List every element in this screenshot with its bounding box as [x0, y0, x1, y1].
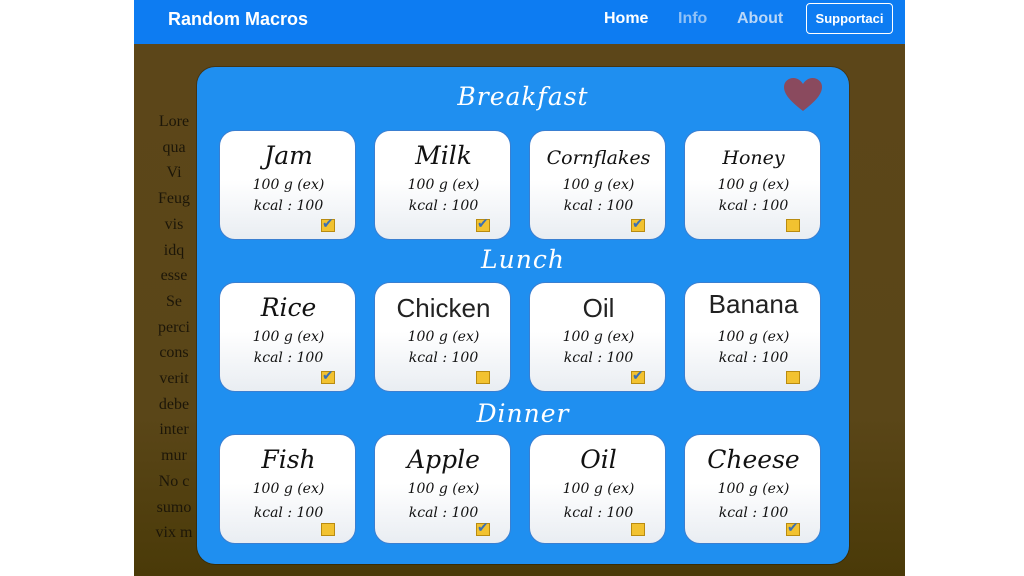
card-name: Banana: [708, 289, 799, 319]
card-quantity: 100 g (ex): [407, 481, 480, 497]
section-title-dinner: Dinner: [476, 399, 570, 428]
card-quantity: 100 g (ex): [717, 481, 790, 497]
card-kcal: kcal : 100: [253, 198, 324, 214]
card-kcal: kcal : 100: [408, 198, 479, 214]
meal-card[interactable]: Cheese 100 g (ex) kcal : 100: [684, 434, 821, 544]
support-button[interactable]: Supportaci: [806, 3, 893, 34]
nav-link-about[interactable]: About: [737, 9, 783, 29]
meal-card[interactable]: Oil 100 g (ex) kcal : 100: [529, 282, 666, 392]
card-name: Milk: [415, 141, 472, 170]
card-kcal: kcal : 100: [718, 198, 789, 214]
brand-logo[interactable]: Random Macros: [168, 9, 308, 29]
card-name: Apple: [407, 445, 480, 474]
card-kcal: kcal : 100: [563, 198, 634, 214]
card-kcal: kcal : 100: [563, 350, 634, 366]
checkbox-icon[interactable]: [631, 216, 645, 232]
card-quantity: 100 g (ex): [562, 329, 635, 345]
checkbox-icon[interactable]: [631, 368, 645, 384]
card-kcal: kcal : 100: [253, 350, 324, 366]
card-quantity: 100 g (ex): [252, 329, 325, 345]
checkbox-icon[interactable]: [786, 371, 800, 384]
checkbox-icon[interactable]: [476, 216, 490, 232]
card-name: Chicken: [396, 293, 491, 323]
meal-card[interactable]: Chicken 100 g (ex) kcal : 100: [374, 282, 511, 392]
meal-card[interactable]: Banana 100 g (ex) kcal : 100: [684, 282, 821, 392]
card-kcal: kcal : 100: [408, 505, 479, 521]
meal-card[interactable]: Milk 100 g (ex) kcal : 100: [374, 130, 511, 240]
card-quantity: 100 g (ex): [562, 177, 635, 193]
card-quantity: 100 g (ex): [717, 177, 790, 193]
card-name: Fish: [261, 445, 316, 474]
card-kcal: kcal : 100: [718, 505, 789, 521]
checkbox-icon[interactable]: [476, 520, 490, 536]
card-quantity: 100 g (ex): [717, 329, 790, 345]
section-title-breakfast: Breakfast: [457, 82, 589, 111]
meal-card[interactable]: Rice 100 g (ex) kcal : 100: [219, 282, 356, 392]
navbar: Random Macros Home Info About Supportaci: [134, 0, 905, 44]
nav-link-home[interactable]: Home: [604, 9, 648, 29]
card-name: Cheese: [707, 445, 800, 474]
card-name: Rice: [260, 293, 317, 322]
card-name: Honey: [722, 147, 785, 169]
card-name: Oil: [582, 293, 615, 323]
card-quantity: 100 g (ex): [407, 177, 480, 193]
meal-card[interactable]: Apple 100 g (ex) kcal : 100: [374, 434, 511, 544]
card-name: Cornflakes: [546, 147, 651, 169]
nav-link-info[interactable]: Info: [678, 9, 707, 29]
meal-card[interactable]: Honey 100 g (ex) kcal : 100: [684, 130, 821, 240]
card-kcal: kcal : 100: [253, 505, 324, 521]
card-kcal: kcal : 100: [718, 350, 789, 366]
card-quantity: 100 g (ex): [562, 481, 635, 497]
card-name: Oil: [580, 445, 617, 474]
checkbox-icon[interactable]: [786, 520, 800, 536]
card-quantity: 100 g (ex): [252, 481, 325, 497]
checkbox-icon[interactable]: [786, 219, 800, 232]
meal-card[interactable]: Jam 100 g (ex) kcal : 100: [219, 130, 356, 240]
card-name: Jam: [264, 141, 313, 170]
card-quantity: 100 g (ex): [407, 329, 480, 345]
card-quantity: 100 g (ex): [252, 177, 325, 193]
checkbox-icon[interactable]: [476, 371, 490, 384]
checkbox-icon[interactable]: [321, 368, 335, 384]
meal-card[interactable]: Fish 100 g (ex) kcal : 100: [219, 434, 356, 544]
card-kcal: kcal : 100: [408, 350, 479, 366]
meal-card[interactable]: Cornflakes 100 g (ex) kcal : 100: [529, 130, 666, 240]
card-kcal: kcal : 100: [563, 505, 634, 521]
checkbox-icon[interactable]: [631, 523, 645, 536]
section-title-lunch: Lunch: [481, 245, 565, 274]
meal-card[interactable]: Oil 100 g (ex) kcal : 100: [529, 434, 666, 544]
checkbox-icon[interactable]: [321, 523, 335, 536]
checkbox-icon[interactable]: [321, 216, 335, 232]
